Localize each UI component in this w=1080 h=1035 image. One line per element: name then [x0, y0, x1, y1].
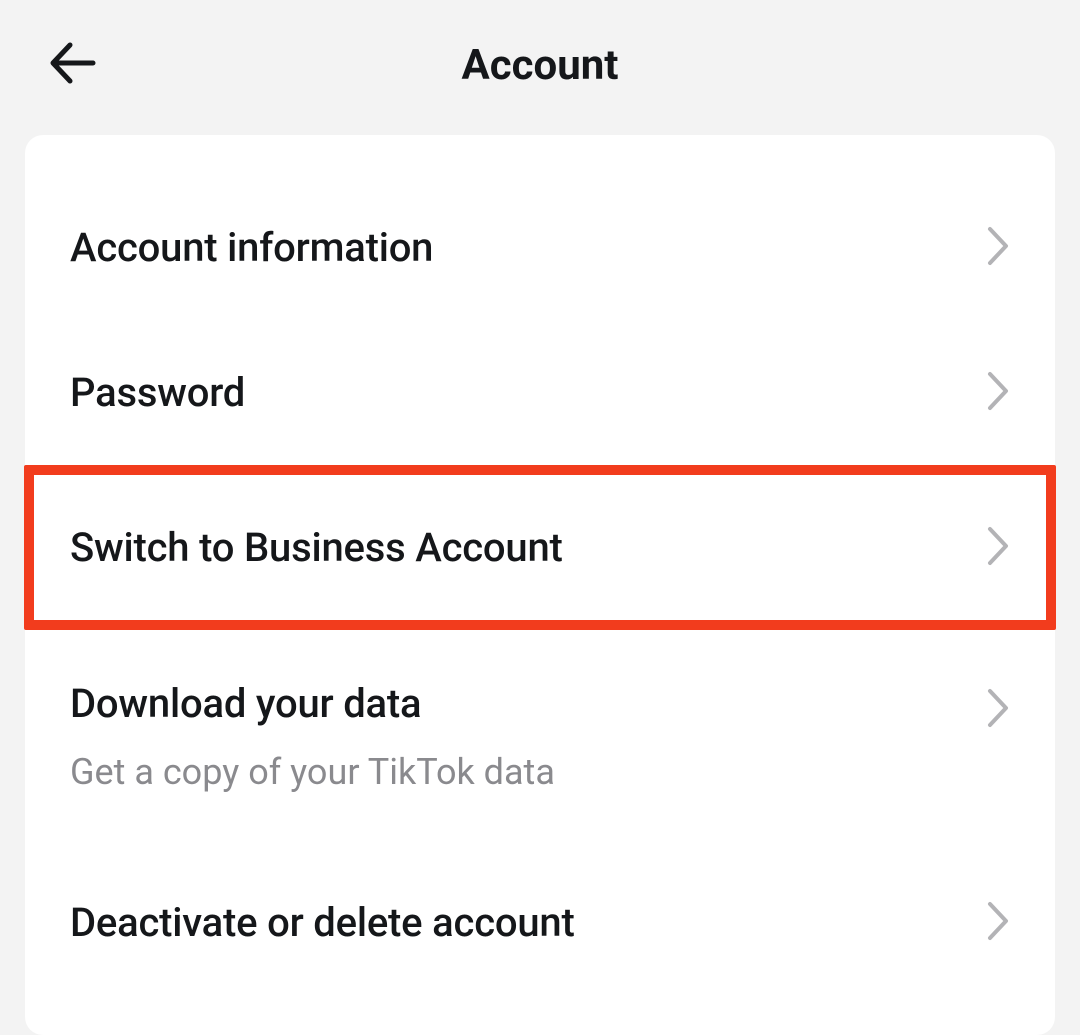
- settings-item-label: Account information: [70, 224, 433, 271]
- settings-item-download-data[interactable]: Download your data Get a copy of your Ti…: [25, 630, 1055, 850]
- settings-item-label: Download your data: [70, 680, 555, 727]
- chevron-right-icon: [986, 688, 1010, 732]
- settings-item-deactivate-delete[interactable]: Deactivate or delete account: [25, 850, 1055, 995]
- settings-item-account-information[interactable]: Account information: [25, 175, 1055, 320]
- settings-item-password[interactable]: Password: [25, 320, 1055, 465]
- chevron-right-icon: [986, 526, 1010, 570]
- settings-item-switch-business[interactable]: Switch to Business Account: [34, 475, 1046, 620]
- highlight-annotation: Switch to Business Account: [24, 465, 1056, 630]
- header: Account: [0, 0, 1080, 130]
- back-button[interactable]: [50, 40, 96, 90]
- settings-item-subtitle: Get a copy of your TikTok data: [70, 751, 555, 793]
- settings-item-label: Switch to Business Account: [70, 524, 563, 571]
- settings-item-label: Password: [70, 369, 245, 416]
- settings-item-label: Deactivate or delete account: [70, 899, 575, 946]
- page-title: Account: [50, 41, 1030, 90]
- chevron-right-icon: [986, 371, 1010, 415]
- back-arrow-icon: [50, 40, 96, 90]
- chevron-right-icon: [986, 901, 1010, 945]
- settings-card: Account information Password Switch to B…: [25, 135, 1055, 1035]
- chevron-right-icon: [986, 226, 1010, 270]
